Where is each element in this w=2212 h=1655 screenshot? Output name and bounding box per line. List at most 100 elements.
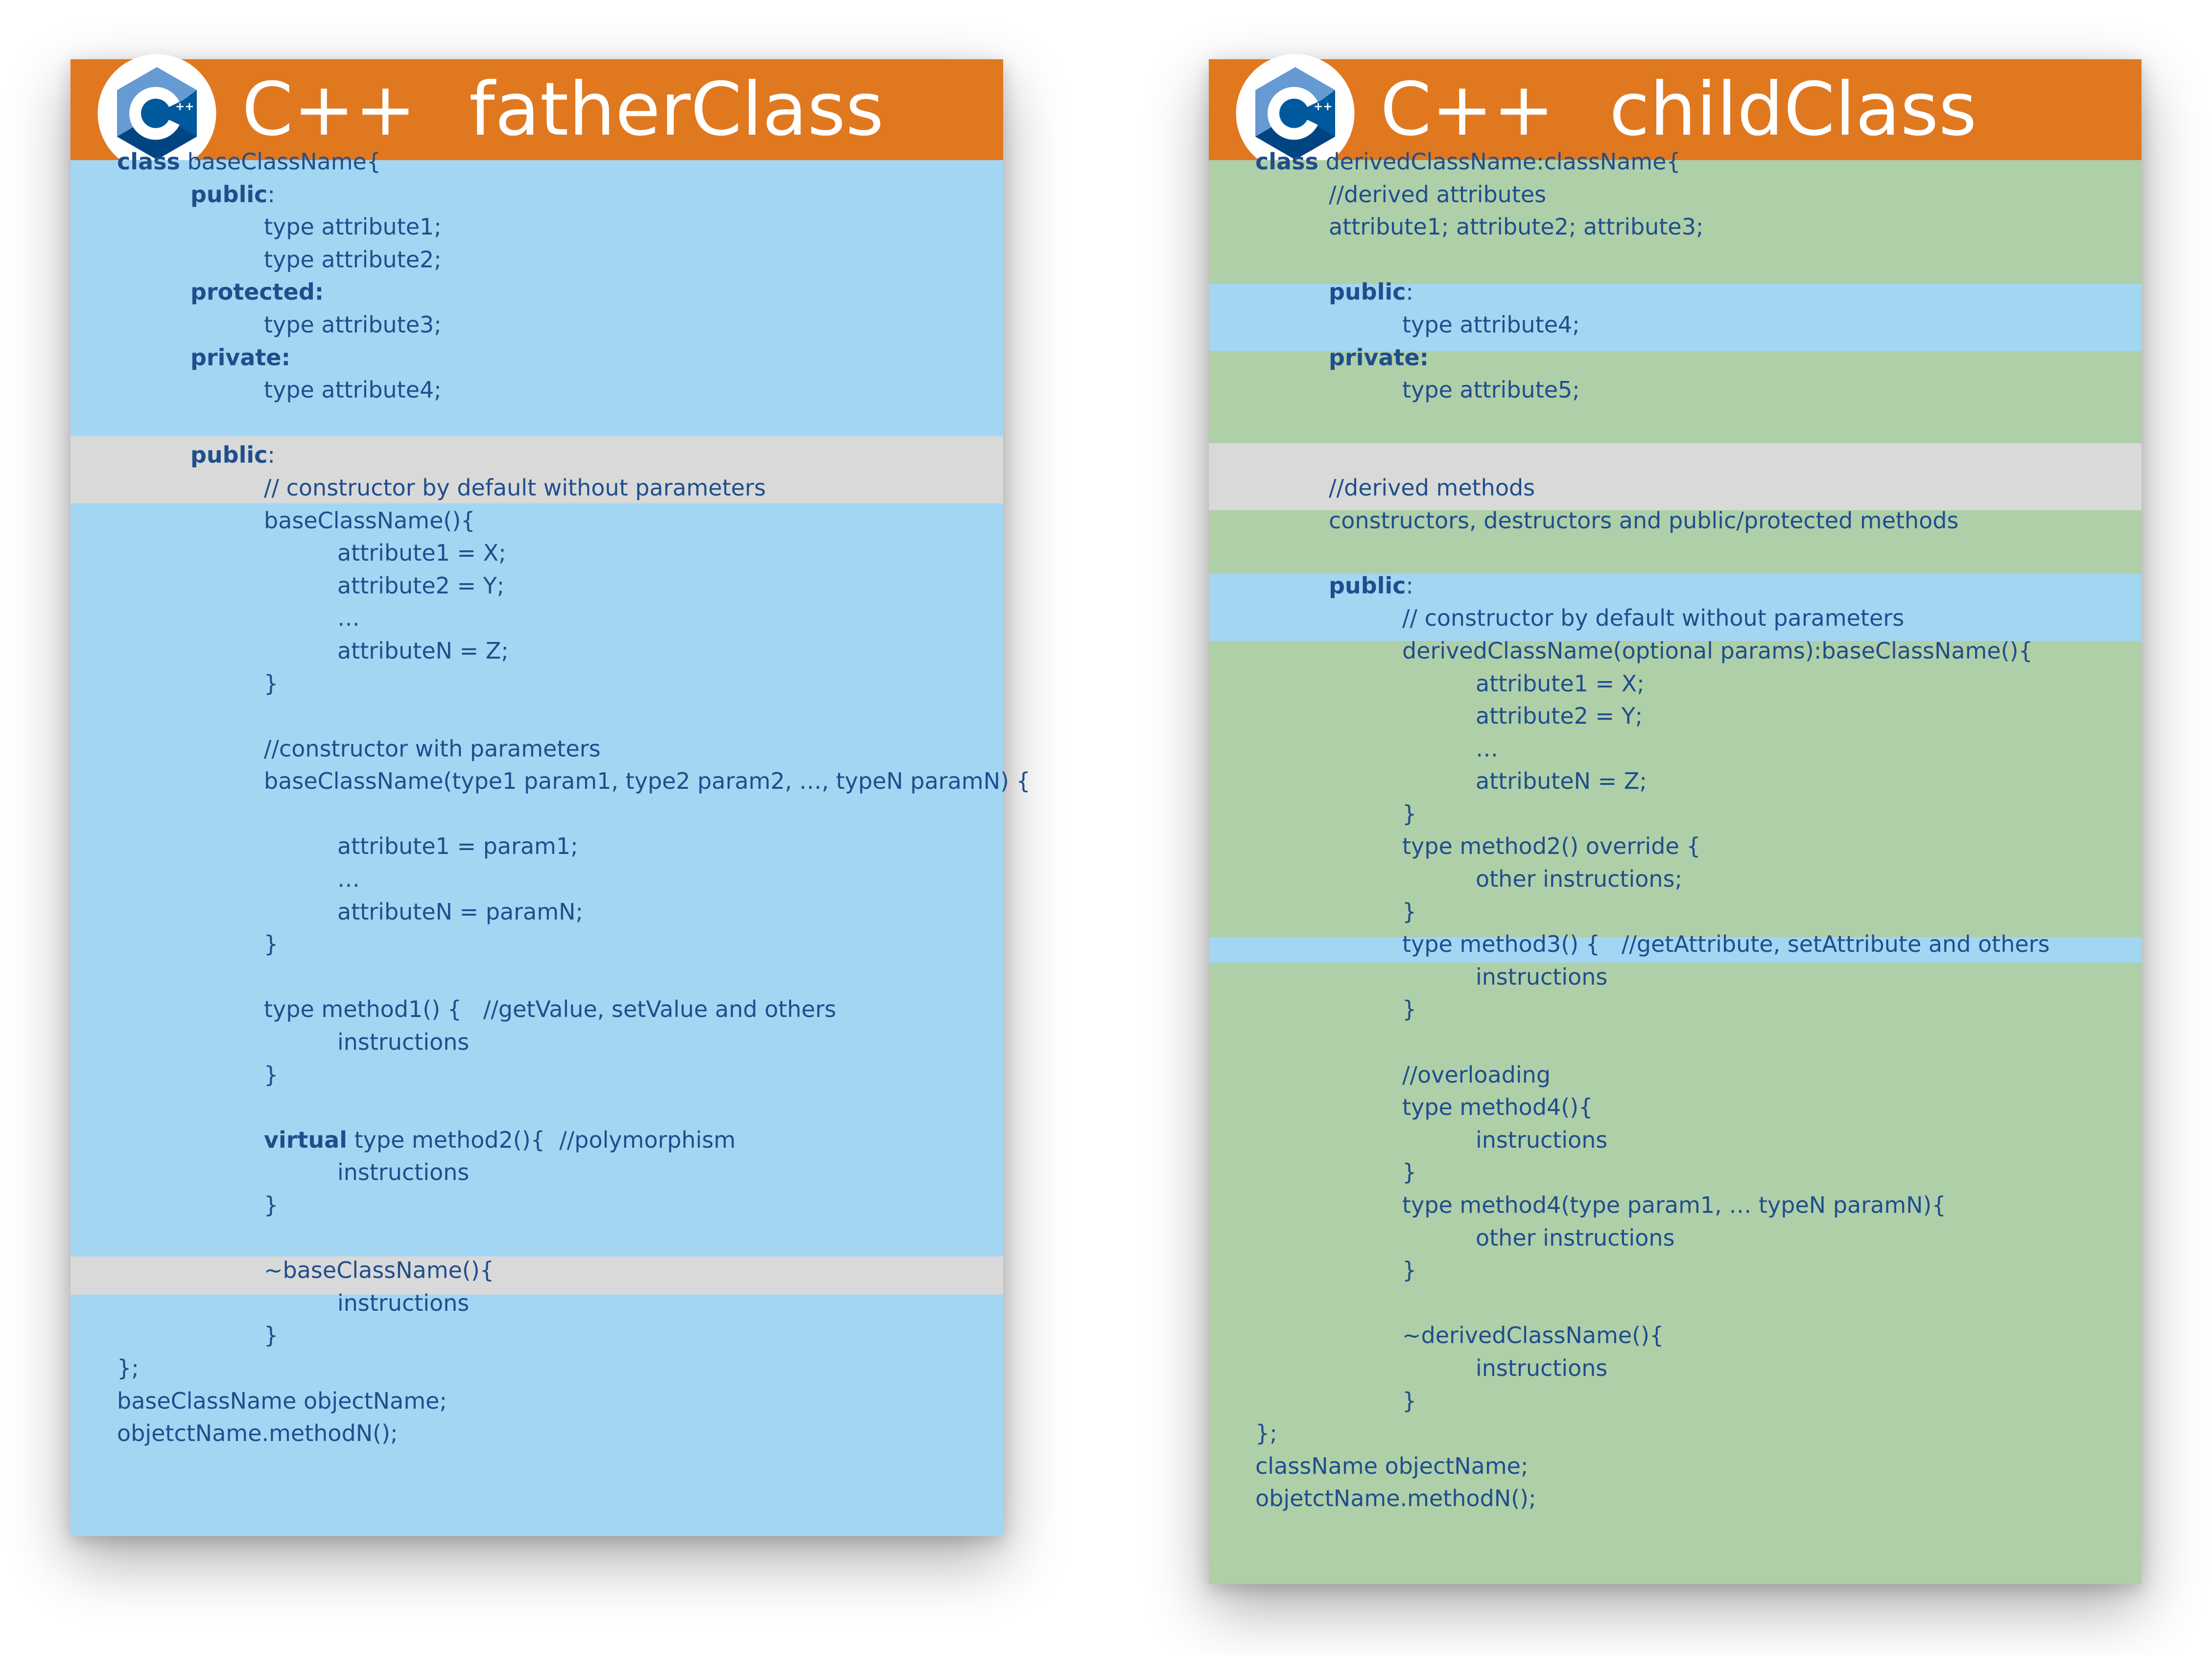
- code-line: attribute1 = X;: [117, 537, 1031, 569]
- code-text: …: [337, 866, 360, 893]
- code-line: public:: [117, 439, 1031, 472]
- code-text: }: [264, 1322, 279, 1349]
- code-line: attributeN = paramN;: [117, 896, 1031, 928]
- code-text: constructors, destructors and public/pro…: [1329, 507, 1959, 534]
- code-line: baseClassName(type1 param1, type2 param2…: [117, 765, 1031, 798]
- code-text: instructions: [337, 1159, 470, 1186]
- code-line: }: [117, 1059, 1031, 1091]
- code-text: baseClassName objectName;: [117, 1387, 447, 1414]
- code-line: virtual type method2(){ //polymorphism: [117, 1124, 1031, 1157]
- code-text: //overloading: [1402, 1061, 1551, 1088]
- code-text: type method3() { //getAttribute, setAttr…: [1402, 931, 2050, 958]
- code-text: attribute1; attribute2; attribute3;: [1329, 213, 1704, 240]
- code-text: type method4(){: [1402, 1094, 1593, 1121]
- code-line: attribute2 = Y;: [1255, 700, 2050, 733]
- code-line: //derived attributes: [1255, 178, 2050, 211]
- code-line: instructions: [117, 1287, 1031, 1320]
- code-text: };: [117, 1354, 139, 1381]
- father-class-card: ++ C++ fatherClass class baseClassName{p…: [71, 54, 1031, 1536]
- code-keyword: class: [1255, 148, 1318, 175]
- code-text: }: [1402, 1159, 1417, 1186]
- class-title: childClass: [1609, 67, 1977, 152]
- code-line: };: [117, 1352, 1031, 1385]
- code-keyword: public: [1329, 572, 1406, 599]
- code-line: }: [117, 1319, 1031, 1352]
- code-text: other instructions: [1476, 1224, 1675, 1251]
- code-text: :: [267, 442, 275, 469]
- code-line: attribute1 = X;: [1255, 667, 2050, 700]
- code-line: public:: [117, 178, 1031, 211]
- code-text: }: [1402, 898, 1417, 925]
- code-line: className objectName;: [1255, 1450, 2050, 1483]
- code-text: :: [1406, 572, 1413, 599]
- code-text: }: [264, 1192, 279, 1218]
- code-line: …: [117, 863, 1031, 896]
- code-text: }: [1402, 996, 1417, 1023]
- code-text: ~derivedClassName(){: [1402, 1322, 1664, 1349]
- code-text: type attribute4;: [1402, 311, 1580, 338]
- class-title: fatherClass: [469, 67, 884, 152]
- code-text: attribute2 = Y;: [1476, 703, 1643, 730]
- code-line: type attribute2;: [117, 243, 1031, 276]
- code-text: attributeN = Z;: [337, 637, 509, 664]
- code-text: attribute1 = X;: [337, 540, 506, 567]
- code-line: other instructions: [1255, 1222, 2050, 1254]
- code-line: type method4(type param1, … typeN paramN…: [1255, 1189, 2050, 1222]
- code-line: attributeN = Z;: [1255, 765, 2050, 798]
- code-text: instructions: [337, 1029, 470, 1056]
- code-line: type method1() { //getValue, setValue an…: [117, 993, 1031, 1026]
- code-text: attributeN = paramN;: [337, 898, 584, 925]
- code-line: instructions: [1255, 1124, 2050, 1157]
- svg-text:++: ++: [175, 100, 194, 113]
- code-line: constructors, destructors and public/pro…: [1255, 504, 2050, 537]
- code-line: derivedClassName(optional params):baseCl…: [1255, 635, 2050, 667]
- code-line: other instructions;: [1255, 863, 2050, 896]
- code-keyword: public: [190, 181, 268, 208]
- code-line: }: [117, 667, 1031, 700]
- code-line: attributeN = Z;: [117, 635, 1031, 667]
- code-line: //derived methods: [1255, 472, 2050, 504]
- code-line: protected:: [117, 276, 1031, 308]
- code-text: instructions: [1476, 963, 1608, 990]
- code-text: className objectName;: [1255, 1452, 1529, 1479]
- svg-text:++: ++: [1314, 100, 1333, 113]
- code-keyword: class: [117, 148, 180, 175]
- code-text: type method4(type param1, … typeN paramN…: [1402, 1192, 1946, 1218]
- code-text: type attribute4;: [264, 377, 442, 403]
- code-line: public:: [1255, 276, 2050, 308]
- code-text: derivedClassName(optional params):baseCl…: [1402, 637, 2033, 664]
- code-keyword: virtual: [264, 1126, 347, 1153]
- code-line: type method2() override {: [1255, 830, 2050, 863]
- code-line: type attribute3;: [117, 308, 1031, 341]
- code-text: type attribute3;: [264, 311, 442, 338]
- code-line: attribute1; attribute2; attribute3;: [1255, 211, 2050, 243]
- code-text: other instructions;: [1476, 866, 1683, 893]
- code-line: }: [117, 928, 1031, 961]
- father-code-block: class baseClassName{public: type attribut…: [117, 145, 1031, 1450]
- code-text: type attribute1;: [264, 213, 442, 240]
- code-line: }: [1255, 798, 2050, 830]
- code-text: }: [1402, 800, 1417, 827]
- code-line: type attribute5;: [1255, 374, 2050, 406]
- code-text: }: [264, 670, 279, 697]
- code-text: baseClassName(){: [264, 507, 475, 534]
- code-line: instructions: [117, 1026, 1031, 1059]
- code-keyword: private:: [1329, 344, 1429, 371]
- code-text: attributeN = Z;: [1476, 768, 1647, 795]
- code-text: // constructor by default without parame…: [264, 474, 766, 501]
- code-line: }: [1255, 1156, 2050, 1189]
- code-text: instructions: [1476, 1126, 1608, 1153]
- code-text: instructions: [337, 1289, 470, 1316]
- child-code-block: class derivedClassName:className{//deriv…: [1255, 145, 2050, 1515]
- code-line: type method4(){: [1255, 1091, 2050, 1124]
- code-text: …: [1476, 735, 1498, 762]
